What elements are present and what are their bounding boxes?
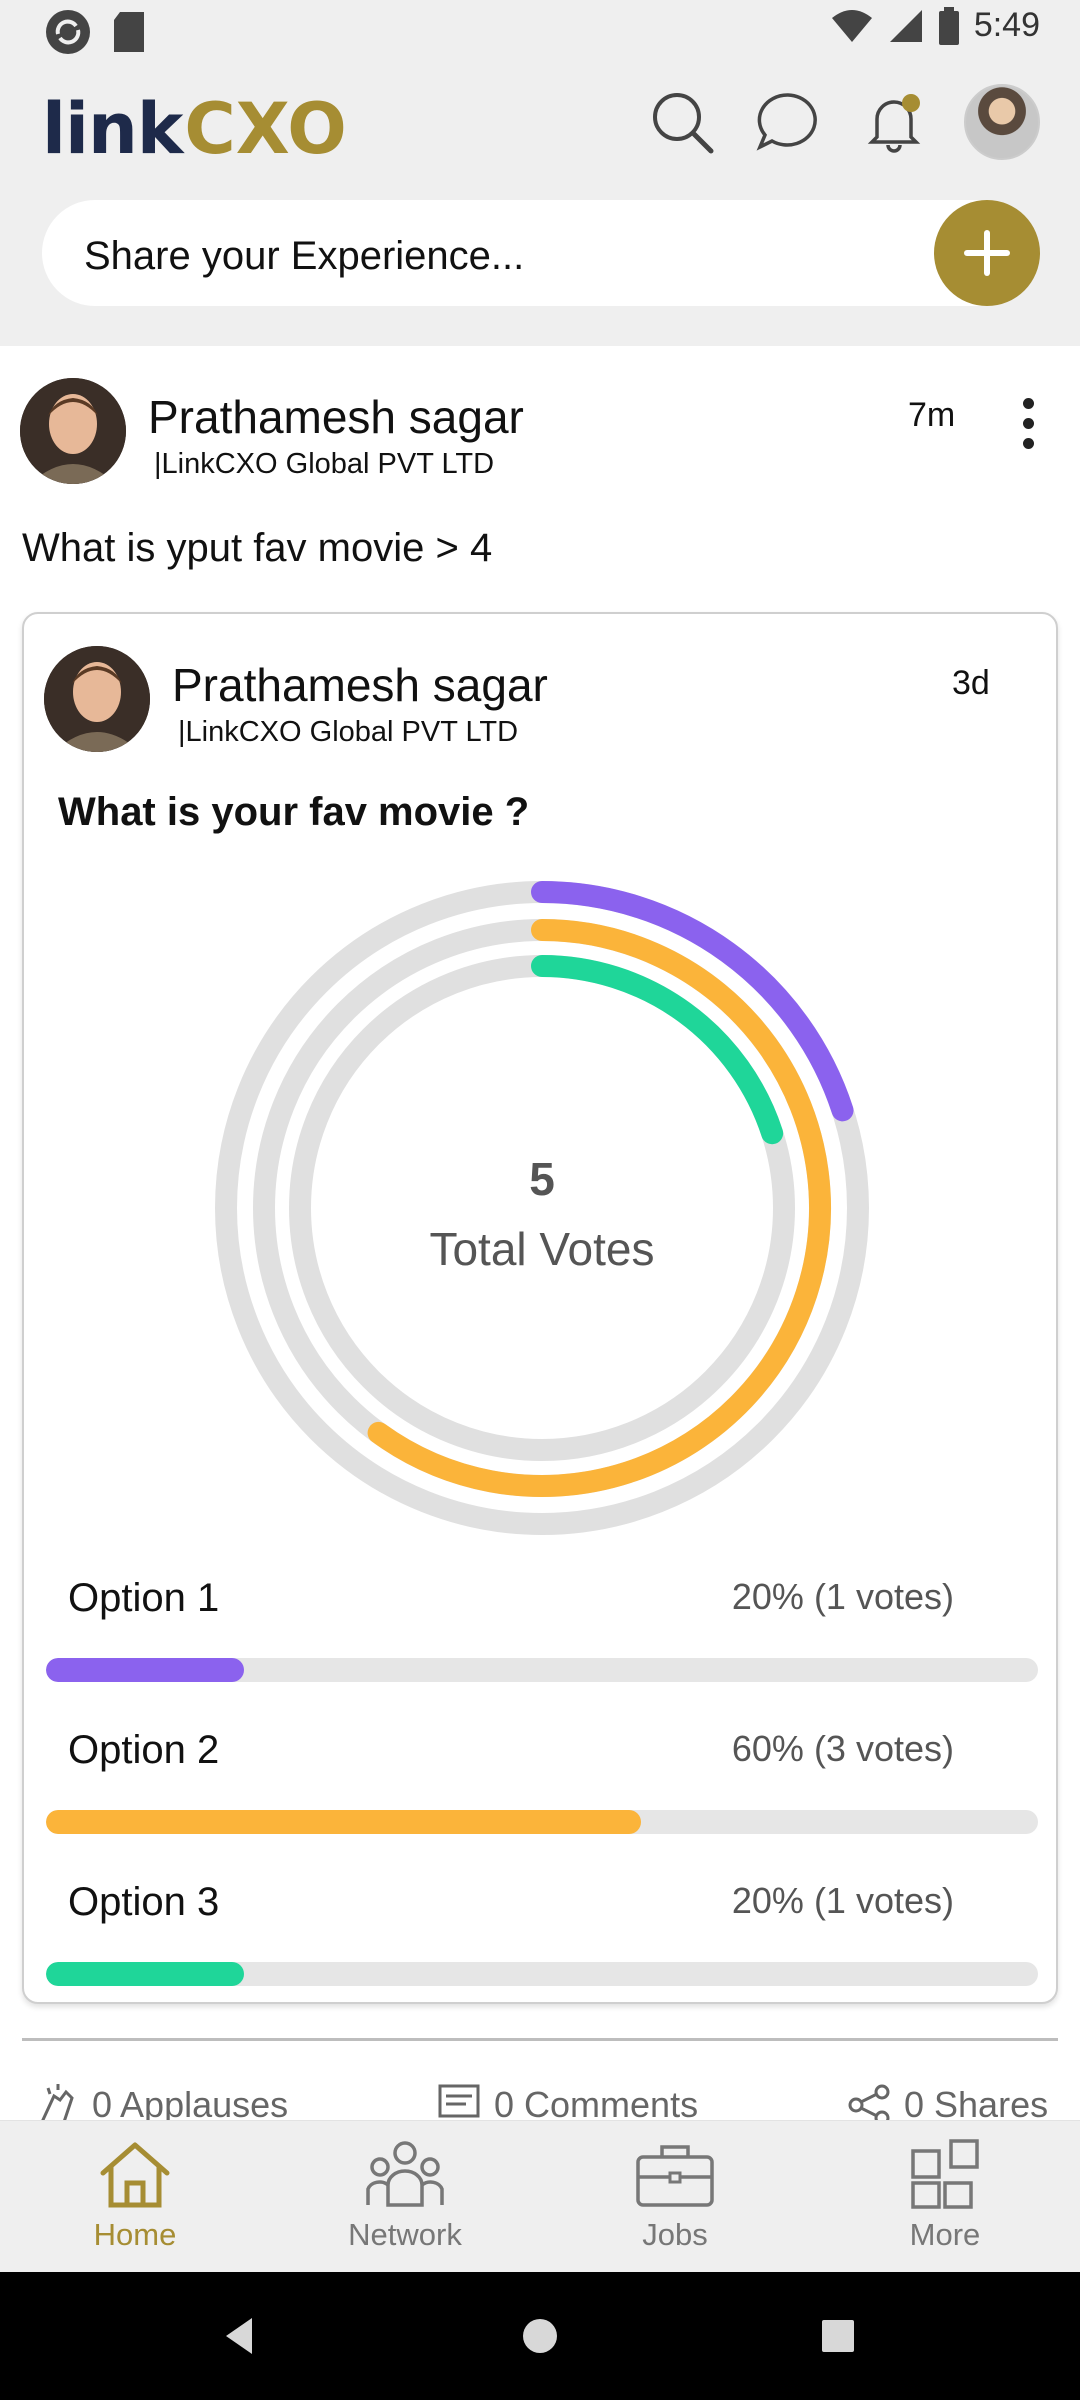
back-icon[interactable] (218, 2314, 262, 2358)
search-icon[interactable] (646, 86, 718, 158)
wifi-icon (831, 9, 872, 42)
option-track (46, 1962, 1038, 1986)
poll-author-avatar[interactable] (44, 646, 150, 752)
home-icon (100, 2142, 170, 2208)
header-actions (646, 84, 1040, 160)
share-count: 0 Shares (904, 2084, 1049, 2120)
poll-author-org: |LinkCXO Global PVT LTD (178, 716, 519, 748)
option-stat: 60% (3 votes) (731, 1728, 954, 1769)
option-stat: 20% (1 votes) (731, 1880, 954, 1921)
bottom-nav: Home Network Jobs More (0, 2120, 1080, 2272)
poll-donut-chart: 5 Total Votes (210, 876, 874, 1540)
post-time: 7m (908, 396, 956, 434)
post-text: What is yput fav movie > 4 (22, 526, 493, 570)
poll-option-2[interactable]: Option 2 60% (3 votes) (46, 1728, 1038, 1848)
applause-count: 0 Applauses (92, 2084, 289, 2120)
share-experience-bar[interactable]: Share your Experience... (42, 200, 1040, 306)
donut-arc-option-3 (531, 955, 784, 1145)
option-track (46, 1658, 1038, 1682)
network-icon (366, 2141, 444, 2207)
post-author-name[interactable]: Prathamesh sagar (148, 390, 524, 444)
applause-button[interactable]: 0 Applauses (34, 2082, 288, 2120)
option-label: Option 2 (68, 1728, 220, 1772)
poll-question: What is your fav movie ? (58, 790, 530, 834)
option-label: Option 3 (68, 1880, 220, 1924)
poll-card: Prathamesh sagar |LinkCXO Global PVT LTD… (22, 612, 1058, 2004)
nav-home-label: Home (93, 2217, 177, 2252)
share-button[interactable]: 0 Shares (846, 2082, 1048, 2120)
applause-icon (41, 2084, 74, 2120)
comment-icon (438, 2084, 480, 2118)
grid-icon (911, 2139, 979, 2209)
nav-jobs[interactable]: Jobs (575, 2139, 775, 2253)
nav-jobs-label: Jobs (642, 2217, 708, 2252)
comment-button[interactable]: 0 Comments (436, 2082, 698, 2120)
post-author-org: |LinkCXO Global PVT LTD (154, 448, 495, 480)
brand-logo[interactable]: link CXO (42, 88, 347, 170)
nav-more[interactable]: More (845, 2139, 1045, 2253)
option-fill (46, 1658, 245, 1682)
option-fill (46, 1962, 245, 1986)
option-label: Option 1 (68, 1576, 220, 1620)
share-icon (848, 2084, 890, 2120)
share-placeholder: Share your Experience... (84, 234, 525, 278)
post-menu-icon[interactable] (1018, 398, 1038, 449)
bell-icon[interactable] (858, 86, 930, 158)
plus-icon (964, 230, 1010, 276)
poll-author-name[interactable]: Prathamesh sagar (172, 658, 548, 712)
status-bar: 5:49 (0, 0, 1080, 66)
add-post-button[interactable] (934, 200, 1040, 306)
chat-icon[interactable] (752, 86, 824, 158)
app-header: link CXO Share your Experience... (0, 66, 1080, 346)
total-votes-label: Total Votes (429, 1223, 655, 1275)
profile-avatar[interactable] (964, 84, 1040, 160)
post-divider (22, 2038, 1058, 2041)
option-fill (46, 1810, 642, 1834)
home-circle-icon[interactable] (518, 2314, 562, 2358)
poll-donut-svg (215, 881, 869, 1535)
signal-icon (889, 9, 922, 42)
comment-count: 0 Comments (494, 2084, 699, 2120)
sync-icon (46, 10, 90, 54)
status-right: 5:49 (830, 6, 1040, 45)
logo-suffix: CXO (184, 88, 347, 170)
status-left (44, 8, 146, 56)
poll-option-1[interactable]: Option 1 20% (1 votes) (46, 1576, 1038, 1696)
logo-prefix: link (42, 88, 183, 170)
feed: Prathamesh sagar |LinkCXO Global PVT LTD… (0, 346, 1080, 2120)
clock: 5:49 (973, 6, 1040, 44)
option-stat: 20% (1 votes) (731, 1576, 954, 1617)
poll-option-3[interactable]: Option 3 20% (1 votes) (46, 1880, 1038, 2000)
author-avatar[interactable] (20, 378, 126, 484)
recents-icon[interactable] (816, 2314, 860, 2358)
sd-card-icon (114, 12, 144, 52)
option-track (46, 1810, 1038, 1834)
nav-home[interactable]: Home (35, 2139, 235, 2253)
nav-network[interactable]: Network (305, 2139, 505, 2253)
briefcase-icon (636, 2145, 714, 2207)
nav-network-label: Network (348, 2217, 462, 2252)
post-actions: 0 Applauses 0 Comments 0 Shares (0, 2082, 1080, 2120)
nav-more-label: More (909, 2217, 981, 2252)
poll-time: 3d (952, 664, 990, 702)
battery-icon (938, 6, 959, 45)
total-votes-count: 5 (529, 1153, 555, 1205)
system-nav-bar (0, 2272, 1080, 2400)
donut-arc-option-2 (367, 919, 831, 1497)
